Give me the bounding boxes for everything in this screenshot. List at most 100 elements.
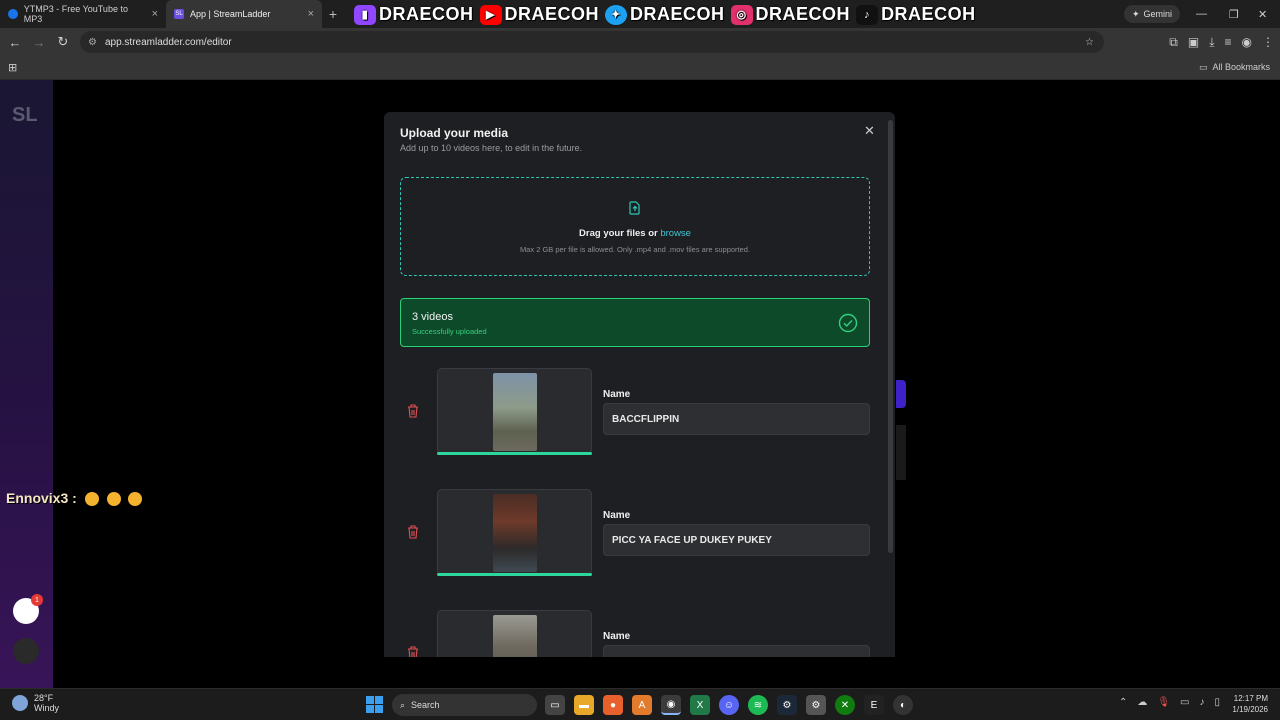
streamladder-logo[interactable]: SL [12, 104, 38, 127]
taskbar-search[interactable]: ⌕ Search [392, 694, 537, 716]
folder-icon: ▭ [1198, 62, 1208, 72]
streamladder-sidebar: SL 1 [0, 80, 53, 688]
menu-icon[interactable]: ⋮ [1262, 35, 1274, 49]
new-tab-icon[interactable]: + [322, 6, 344, 22]
chevron-up-icon[interactable]: ⌃ [1119, 697, 1127, 708]
video-thumbnail [493, 615, 537, 657]
modal-title: Upload your media [400, 126, 509, 140]
twitter-icon: ✦ [605, 4, 628, 25]
file-explorer-icon[interactable]: ▬ [574, 695, 594, 715]
name-label: Name [603, 631, 631, 642]
downloads-icon[interactable]: ⤓ [1209, 35, 1214, 50]
social-tiktok: ♪ DRAECOH [856, 4, 976, 25]
forward-icon[interactable]: → [27, 35, 51, 50]
trash-icon[interactable] [406, 645, 420, 657]
start-button[interactable] [366, 696, 383, 713]
cloud-icon[interactable]: ☁ [1137, 697, 1147, 708]
volume-icon[interactable]: ♪ [1199, 697, 1204, 708]
user-avatar[interactable] [13, 638, 39, 664]
tab-search-icon[interactable]: ▣ [1188, 35, 1199, 49]
weather-widget[interactable]: 28°F Windy [12, 693, 59, 713]
tab-close-icon[interactable]: × [308, 8, 314, 20]
task-view-icon[interactable]: ▭ [545, 695, 565, 715]
system-tray: ⌃ ☁ 🎙 ▭ ♪ ▯ [1119, 697, 1220, 708]
check-circle-icon [838, 313, 858, 333]
video-name-input[interactable] [603, 645, 870, 657]
video-name-input[interactable]: BACCFLIPPIN [603, 403, 870, 435]
video-name-input[interactable]: PICC YA FACE UP DUKEY PUKEY [603, 524, 870, 556]
tab-title: YTMP3 - Free YouTube to MP3 [23, 4, 128, 24]
apps-grid-icon[interactable]: ⊞ [8, 61, 17, 74]
discord-icon[interactable]: ☺ [719, 695, 739, 715]
all-bookmarks[interactable]: ▭ All Bookmarks [1199, 62, 1270, 73]
page-content: SL 1 Ennovix3 : Upload your media Add up… [0, 80, 1280, 688]
video-thumbnail-frame [437, 368, 592, 454]
tab-strip: YTMP3 - Free YouTube to MP3 × SL App | S… [0, 0, 1280, 28]
tab-title: App | StreamLadder [190, 9, 271, 19]
chrome-icon[interactable]: ◉ [661, 695, 681, 715]
search-icon: ⌕ [400, 699, 406, 710]
clock-time: 12:17 PM [1233, 694, 1268, 703]
toolbar: ← → ↻ ⚙ app.streamladder.com/editor ☆ ⧉ … [0, 28, 1280, 56]
firefox-icon[interactable]: ● [603, 695, 623, 715]
trash-icon[interactable] [406, 524, 420, 540]
laughing-emoji-icon [106, 492, 121, 507]
close-window-icon[interactable]: ✕ [1258, 0, 1267, 28]
battery-icon[interactable]: ▯ [1214, 697, 1220, 708]
discord-button[interactable]: 1 [13, 594, 43, 624]
clock-date: 1/19/2026 [1232, 705, 1268, 714]
social-youtube: ▶ DRAECOH [479, 4, 600, 25]
spotify-icon[interactable]: ≋ [748, 695, 768, 715]
instagram-icon: ◎ [730, 4, 753, 25]
name-label: Name [603, 510, 631, 521]
modal-scrollbar[interactable] [888, 120, 893, 553]
video-item: Name PICC YA FACE UP DUKEY PUKEY [400, 489, 870, 579]
extensions-icon[interactable]: ⧉ [1169, 35, 1178, 50]
profile-avatar[interactable]: ◉ [1242, 35, 1252, 49]
close-icon[interactable]: ✕ [864, 123, 875, 139]
xbox-icon[interactable]: ✕ [835, 695, 855, 715]
microphone-icon[interactable]: 🎙 [1157, 697, 1170, 708]
minimize-icon[interactable]: — [1196, 0, 1207, 28]
modal-subtitle: Add up to 10 videos here, to edit in the… [400, 143, 583, 153]
url-text: app.streamladder.com/editor [104, 36, 232, 48]
tab-close-icon[interactable]: × [152, 8, 158, 20]
site-info-icon[interactable]: ⚙ [88, 37, 97, 48]
excel-icon[interactable]: X [690, 695, 710, 715]
background-panel-edge [896, 425, 906, 480]
bookmarks-bar: ⊞ ▭ All Bookmarks [0, 56, 1280, 80]
tiktok-icon: ♪ [856, 4, 879, 25]
video-item: Name BACCFLIPPIN [400, 368, 870, 458]
file-dropzone[interactable]: Drag your files or browse Max 2 GB per f… [400, 177, 870, 276]
weather-icon [12, 695, 28, 711]
status-title: 3 videos [412, 311, 453, 323]
dropzone-note: Max 2 GB per file is allowed. Only .mp4 … [519, 245, 751, 254]
clock[interactable]: 12:17 PM 1/19/2026 [1232, 693, 1268, 715]
trash-icon[interactable] [406, 403, 420, 419]
steam-icon[interactable]: ⚙ [777, 695, 797, 715]
upload-icon [629, 201, 640, 215]
gemini-icon: ✦ [1132, 8, 1140, 19]
settings-icon[interactable]: ⚙ [806, 695, 826, 715]
epic-games-icon[interactable]: E [864, 695, 884, 715]
gemini-button[interactable]: ✦ Gemini [1124, 5, 1181, 23]
back-icon[interactable]: ← [3, 35, 27, 50]
tab-streamladder[interactable]: SL App | StreamLadder × [166, 0, 322, 28]
browse-link[interactable]: browse [660, 228, 691, 239]
upload-media-modal: Upload your media Add up to 10 videos he… [384, 112, 895, 657]
streamladder-favicon-icon: SL [174, 9, 184, 19]
laughing-emoji-icon [84, 492, 99, 507]
app-icon[interactable]: ◐ [893, 695, 913, 715]
reload-icon[interactable]: ↻ [51, 34, 75, 50]
notification-badge: 1 [31, 594, 43, 606]
windows-taskbar: 28°F Windy ⌕ Search ▭ ▬ ● A ◉ X ☺ ≋ ⚙ ⚙ … [0, 688, 1280, 720]
app-a-icon[interactable]: A [632, 695, 652, 715]
address-bar[interactable]: ⚙ app.streamladder.com/editor ☆ [80, 31, 1104, 53]
bookmark-star-icon[interactable]: ☆ [1085, 37, 1094, 48]
restore-icon[interactable]: ❐ [1229, 0, 1239, 28]
reading-list-icon[interactable]: ≡ [1225, 35, 1232, 49]
chat-overlay-message: Ennovix3 : [6, 490, 143, 507]
stream-overlay-socials: ▮ DRAECOH ▶ DRAECOH ✦ DRAECOH ◎ DRAECOH … [354, 4, 976, 25]
display-icon[interactable]: ▭ [1180, 697, 1189, 708]
tab-ytmp3[interactable]: YTMP3 - Free YouTube to MP3 × [0, 0, 166, 28]
